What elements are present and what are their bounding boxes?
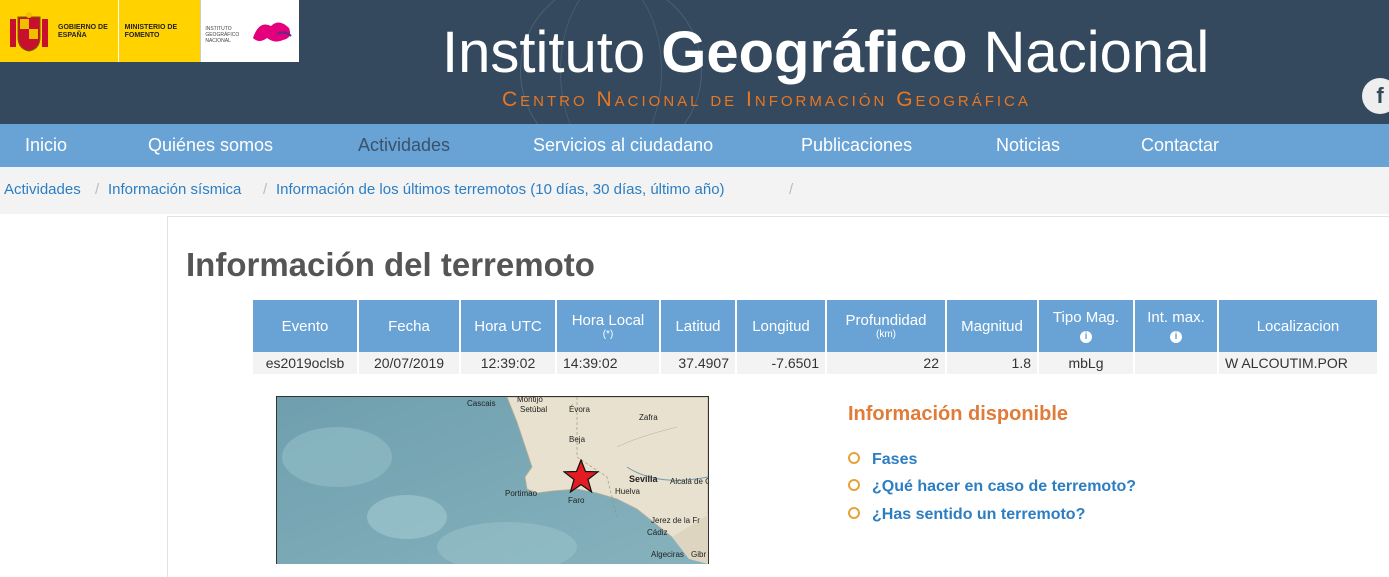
table-header-row: Evento Fecha Hora UTC Hora Local (*) Lati…: [253, 300, 1377, 352]
gobierno-logo[interactable]: GOBIERNO DE ESPAÑA: [0, 0, 118, 62]
cell-profundidad: 22: [827, 352, 945, 374]
profundidad-unit: (km): [876, 328, 896, 340]
nav-item-contactar[interactable]: Contactar: [1141, 124, 1219, 167]
hora-local-note[interactable]: (*): [561, 329, 655, 341]
column-header-label: Fecha: [388, 317, 430, 335]
epicenter-star-icon: [563, 459, 599, 493]
link-label: ¿Qué hacer en caso de terremoto?: [872, 478, 1137, 495]
government-logo-bar[interactable]: GOBIERNO DE ESPAÑA MINISTERIO DE FOMENTO…: [0, 0, 299, 62]
column-header-label: Localizacion: [1256, 317, 1340, 335]
cell-tipo-mag: mbLg: [1039, 352, 1133, 374]
epicenter-map[interactable]: Cascais Montijo Setúbal Évora Zafra Beja…: [276, 396, 709, 564]
column-header-longitud: Longitud: [737, 300, 825, 352]
cell-localizacion: W ALCOUTIM.POR: [1219, 352, 1377, 374]
column-header-fecha: Fecha: [359, 300, 459, 352]
bullet-circle-icon: [848, 506, 860, 519]
cell-hora-local: 14:39:02: [557, 352, 659, 374]
breadcrumb-item-informacion-sismica[interactable]: Información sísmica: [108, 181, 241, 198]
nav-item-publicaciones[interactable]: Publicaciones: [801, 124, 912, 167]
breadcrumb-separator: /: [789, 181, 794, 198]
map-label: Faro: [568, 496, 585, 505]
link-que-hacer[interactable]: ¿Qué hacer en caso de terremoto?: [848, 478, 1136, 496]
map-label: Beja: [569, 435, 586, 444]
column-header-localizacion: Localizacion: [1219, 300, 1377, 352]
map-label: Huelva: [615, 487, 640, 496]
map-label: Setúbal: [520, 405, 548, 414]
column-header-label: Hora UTC: [474, 317, 542, 335]
breadcrumb-separator: /: [95, 181, 100, 198]
ign-logo[interactable]: INSTITUTO GEOGRÁFICO NACIONAL: [200, 0, 299, 62]
nav-item-quienes-somos[interactable]: Quiénes somos: [148, 124, 273, 167]
column-header-label: Tipo Mag.: [1052, 309, 1120, 326]
column-header-label: Longitud: [752, 317, 810, 335]
cell-fecha: 20/07/2019: [359, 352, 459, 374]
ministerio-text: MINISTERIO DE FOMENTO: [124, 24, 178, 39]
site-header: GOBIERNO DE ESPAÑA MINISTERIO DE FOMENTO…: [0, 0, 1389, 124]
facebook-icon[interactable]: f: [1362, 78, 1389, 114]
column-header-magnitud: Magnitud: [947, 300, 1037, 352]
gobierno-text: GOBIERNO DE ESPAÑA: [58, 24, 108, 39]
site-title[interactable]: Instituto Geográfico Nacional: [442, 18, 1209, 88]
column-header-hora-utc: Hora UTC: [461, 300, 555, 352]
main-navigation: Inicio Quiénes somos Actividades Servici…: [0, 124, 1389, 167]
info-disponible-heading: Información disponible: [848, 403, 1069, 425]
map-label: Cádiz: [647, 528, 668, 537]
map-label: Algeciras: [651, 550, 684, 559]
column-header-label: Hora Local: [571, 311, 645, 329]
column-header-tipo-mag: Tipo Mag. i: [1039, 300, 1133, 352]
info-icon[interactable]: i: [1170, 331, 1182, 343]
cell-longitud: -7.6501: [737, 352, 825, 374]
map-label: Jerez de la Fr: [651, 516, 700, 525]
site-title-word-1: Instituto: [442, 20, 646, 85]
nav-item-noticias[interactable]: Noticias: [996, 124, 1060, 167]
column-header-label: Evento: [281, 317, 329, 335]
page-title: Información del terremoto: [186, 246, 595, 283]
coat-of-arms-icon: [10, 12, 48, 52]
site-title-word-3: Nacional: [983, 20, 1210, 85]
link-has-sentido[interactable]: ¿Has sentido un terremoto?: [848, 506, 1085, 524]
link-fases[interactable]: Fases: [848, 451, 917, 469]
column-header-label: Profundidad: [845, 311, 927, 329]
map-label: Évora: [569, 405, 590, 414]
site-title-word-2: Geográfico: [661, 20, 968, 85]
ign-pink-logo-icon: [253, 22, 293, 42]
column-header-hora-local: Hora Local (*): [557, 300, 659, 352]
map-label: Sevilla: [629, 474, 658, 484]
breadcrumb-separator: /: [263, 181, 268, 198]
earthquake-table: Evento Fecha Hora UTC Hora Local (*) Lati…: [251, 300, 1379, 374]
breadcrumb-item-actividades[interactable]: Actividades: [4, 181, 81, 198]
bullet-circle-icon: [848, 478, 860, 491]
link-label: ¿Has sentido un terremoto?: [872, 506, 1086, 523]
cell-evento: es2019oclsb: [253, 352, 357, 374]
nav-item-inicio[interactable]: Inicio: [25, 124, 67, 167]
site-subtitle: Centro Nacional de Información Geográfic…: [502, 88, 1031, 111]
map-label: Portimao: [505, 489, 538, 498]
column-header-evento: Evento: [253, 300, 357, 352]
column-header-label: Int. max.: [1147, 309, 1205, 326]
cell-latitud: 37.4907: [661, 352, 735, 374]
cell-hora-utc: 12:39:02: [461, 352, 555, 374]
info-icon[interactable]: i: [1080, 331, 1092, 343]
column-header-latitud: Latitud: [661, 300, 735, 352]
ministerio-logo[interactable]: MINISTERIO DE FOMENTO: [117, 0, 201, 62]
link-label: Fases: [872, 451, 918, 468]
column-header-profundidad: Profundidad (km): [827, 300, 945, 352]
table-row: es2019oclsb 20/07/2019 12:39:02 14:39:02…: [253, 352, 1377, 374]
map-label: Montijo: [517, 396, 543, 404]
nav-item-actividades[interactable]: Actividades: [358, 124, 450, 167]
column-header-label: Magnitud: [961, 317, 1023, 335]
map-label: Gibr: [691, 550, 707, 559]
cell-int-max: [1135, 352, 1217, 374]
column-header-int-max: Int. max. i: [1135, 300, 1217, 352]
cell-magnitud: 1.8: [947, 352, 1037, 374]
map-label: Zafra: [639, 413, 658, 422]
nav-item-servicios[interactable]: Servicios al ciudadano: [533, 124, 713, 167]
ign-small-text: INSTITUTO GEOGRÁFICO NACIONAL: [205, 26, 240, 44]
map-label: Cascais: [467, 399, 496, 408]
bullet-circle-icon: [848, 451, 860, 464]
breadcrumb: Actividades / Información sísmica / Info…: [0, 167, 1389, 214]
column-header-label: Latitud: [675, 317, 721, 335]
map-label: Alcalá de G: [670, 477, 709, 486]
breadcrumb-item-ultimos-terremotos[interactable]: Información de los últimos terremotos (1…: [276, 181, 725, 198]
